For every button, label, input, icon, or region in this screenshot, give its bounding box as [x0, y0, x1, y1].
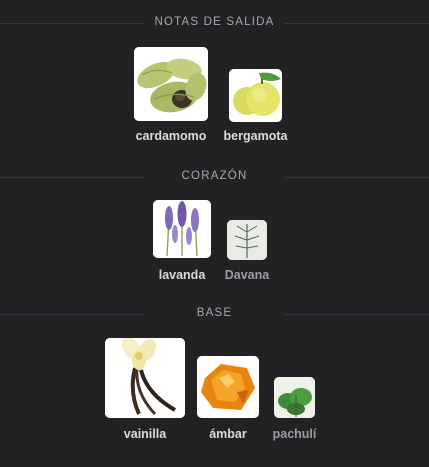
lavender-flowers-image — [153, 200, 211, 258]
davana-herb-image — [227, 220, 267, 260]
section-title: BASE — [196, 307, 233, 319]
section-title: CORAZÓN — [181, 170, 248, 182]
section-heading: BASE — [0, 305, 429, 323]
note-label: bergamota — [223, 129, 288, 143]
section-heading: CORAZÓN — [0, 168, 429, 186]
vanilla-pods-flower-image — [105, 338, 185, 418]
note-label: Davana — [224, 268, 270, 282]
bergamot-fruit-image — [229, 69, 282, 122]
note-label: pachulí — [272, 427, 317, 441]
amber-resin-image — [197, 356, 259, 418]
section-heading: NOTAS DE SALIDA — [0, 14, 429, 32]
section-title: NOTAS DE SALIDA — [154, 16, 275, 28]
patchouli-leaves-image — [274, 377, 315, 418]
cardamom-pods-image — [134, 47, 208, 121]
